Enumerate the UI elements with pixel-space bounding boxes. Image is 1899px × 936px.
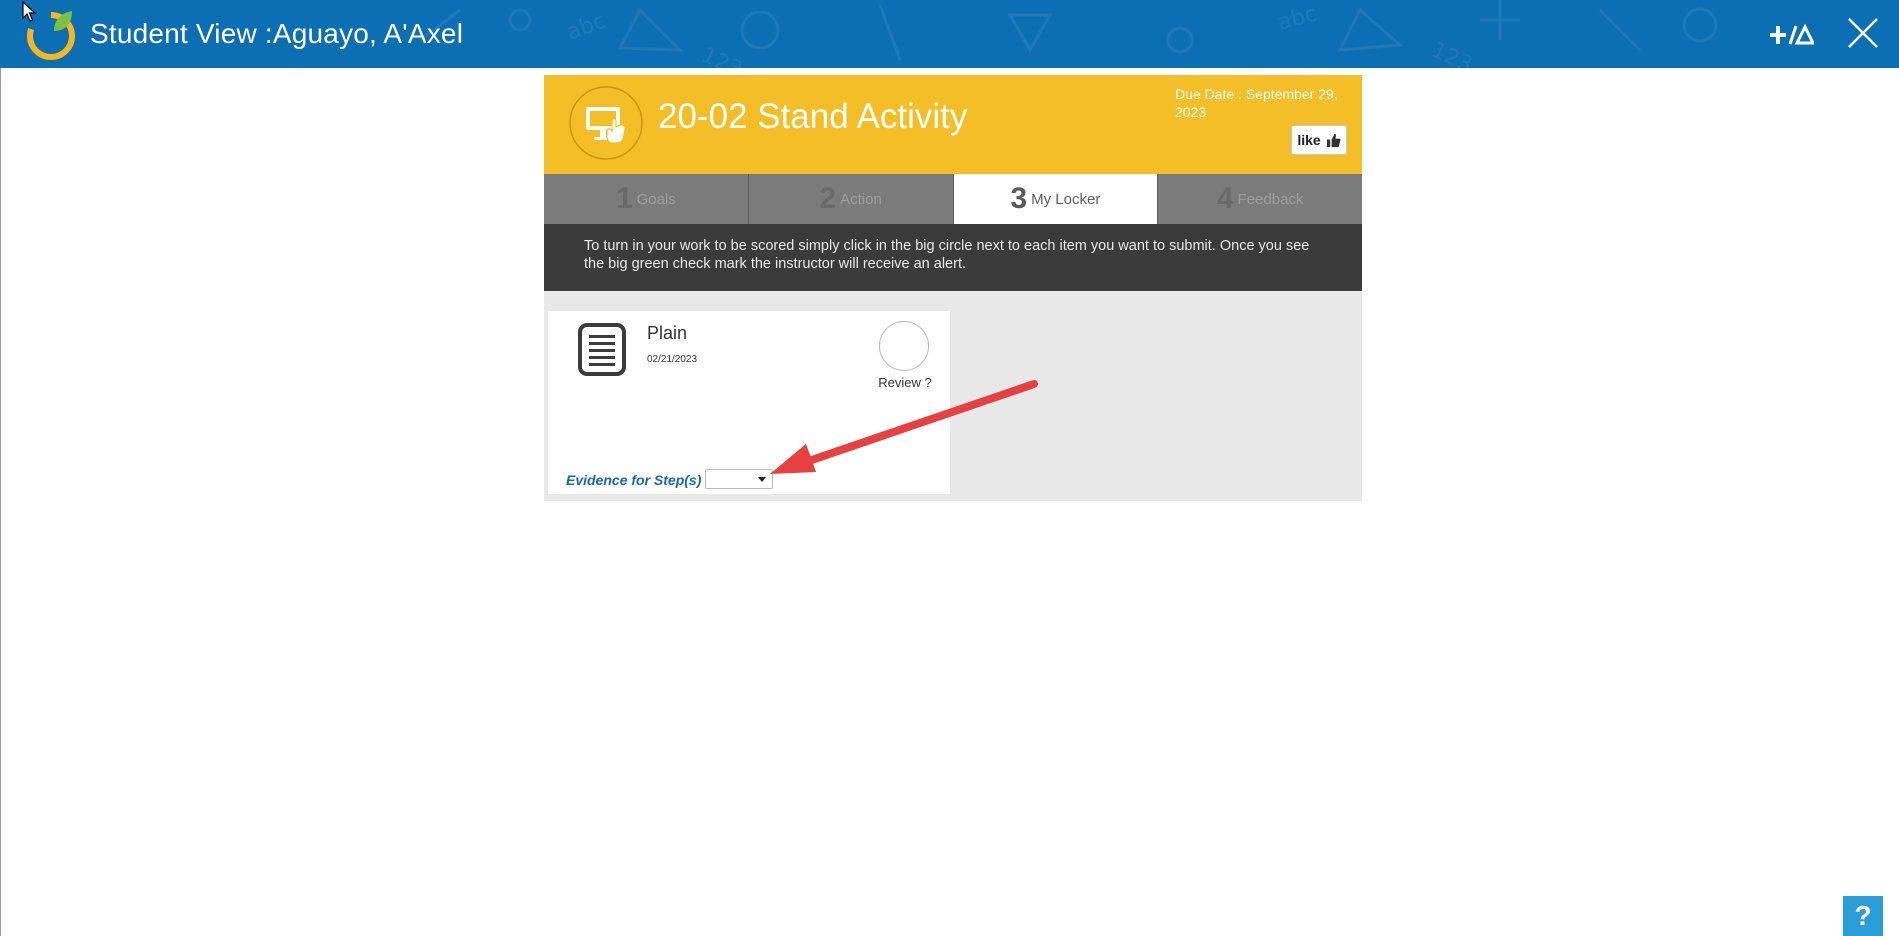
help-button[interactable]: ? bbox=[1843, 896, 1883, 936]
tab-goals[interactable]: 1 Goals bbox=[544, 174, 749, 224]
locker-item-card: Plain 02/21/2023 Review ? Evidence for S… bbox=[548, 311, 950, 494]
page-title: Student View :Aguayo, A'Axel bbox=[90, 18, 464, 49]
tab-feedback[interactable]: 4 Feedback bbox=[1158, 174, 1362, 224]
tab-number: 3 bbox=[1010, 182, 1028, 215]
activity-header: 20-02 Stand Activity Due Date : Septembe… bbox=[544, 75, 1362, 174]
left-divider bbox=[0, 68, 1, 936]
due-date: Due Date : September 29, 2023 bbox=[1175, 86, 1338, 120]
item-date: 02/21/2023 bbox=[647, 354, 698, 365]
document-icon bbox=[578, 323, 626, 376]
tab-label: Feedback bbox=[1237, 190, 1304, 208]
app-header: abc 123 123 abc Student View :Aguayo, A'… bbox=[0, 0, 1899, 68]
evidence-label: Evidence for Step(s) bbox=[566, 472, 702, 488]
svg-text:123: 123 bbox=[1427, 38, 1476, 68]
tab-number: 1 bbox=[615, 182, 633, 215]
like-label: like bbox=[1297, 132, 1321, 148]
mouse-cursor-icon bbox=[22, 1, 37, 22]
activity-title: 20-02 Stand Activity bbox=[658, 97, 968, 136]
svg-text:abc: abc bbox=[564, 9, 610, 46]
tab-label: Action bbox=[840, 190, 882, 208]
tab-label: Goals bbox=[636, 190, 676, 208]
review-label: Review ? bbox=[878, 375, 932, 390]
tab-my-locker[interactable]: 3 My Locker bbox=[953, 174, 1159, 224]
svg-text:abc: abc bbox=[1275, 1, 1320, 35]
thumbs-up-icon bbox=[1326, 133, 1341, 147]
evidence-step-dropdown[interactable] bbox=[705, 469, 773, 489]
locker-area: Plain 02/21/2023 Review ? Evidence for S… bbox=[544, 291, 1362, 501]
svg-text:123: 123 bbox=[697, 43, 746, 68]
chevron-down-icon bbox=[758, 477, 766, 482]
activity-tabs: 1 Goals 2 Action 3 My Locker 4 Feedback bbox=[544, 174, 1362, 224]
tab-number: 4 bbox=[1216, 182, 1234, 215]
close-icon[interactable] bbox=[1846, 16, 1880, 50]
submit-circle-button[interactable] bbox=[879, 321, 929, 371]
tab-label: My Locker bbox=[1031, 190, 1101, 208]
activity-panel: 20-02 Stand Activity Due Date : Septembe… bbox=[544, 75, 1362, 501]
item-name: Plain bbox=[647, 323, 688, 343]
tab-action[interactable]: 2 Action bbox=[748, 174, 954, 224]
tab-number: 2 bbox=[819, 182, 837, 215]
computer-touch-icon bbox=[569, 86, 643, 160]
plus-triangle-tools-icon[interactable] bbox=[1770, 22, 1814, 48]
instructions-text: To turn in your work to be scored simply… bbox=[544, 224, 1362, 291]
like-button[interactable]: like bbox=[1291, 125, 1347, 155]
